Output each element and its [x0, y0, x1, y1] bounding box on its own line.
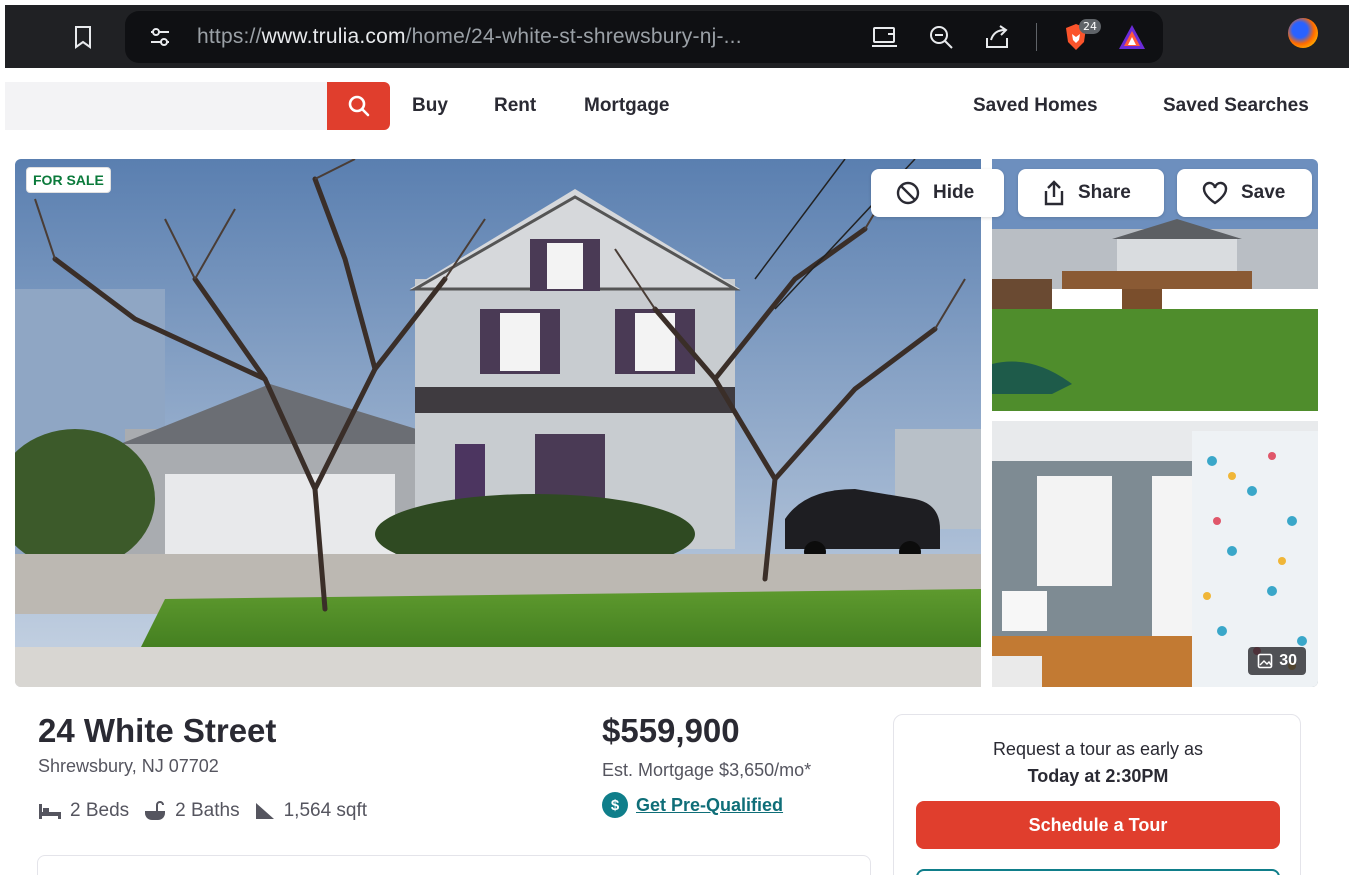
- bed-icon: [39, 804, 61, 819]
- search-input[interactable]: [5, 82, 327, 130]
- bathroom-photo[interactable]: 30: [992, 421, 1318, 687]
- get-pre-qualified-link[interactable]: Get Pre-Qualified: [636, 795, 783, 816]
- saved-homes-link[interactable]: Saved Homes: [973, 95, 1098, 117]
- listing-price: $559,900: [602, 712, 740, 749]
- property-address: 24 White Street: [38, 712, 277, 749]
- site-settings-icon[interactable]: [147, 25, 173, 54]
- share-icon: [1044, 180, 1064, 206]
- pre-qualified-link-row: $ Get Pre-Qualified: [602, 792, 783, 818]
- hide-button[interactable]: Hide: [871, 169, 1004, 217]
- toolbar-divider: [1036, 23, 1037, 51]
- secondary-tour-button[interactable]: [916, 869, 1280, 875]
- tour-availability-text: Request a tour as early as: [992, 739, 1204, 759]
- url-domain: www.trulia.com: [261, 25, 406, 48]
- browser-toolbar: https://www.trulia.com/home/24-white-st-…: [5, 5, 1349, 68]
- url-path: /home/24-white-st-shrewsbury-nj-...: [405, 25, 742, 48]
- photo-gallery: FOR SALE 30 Hide Share Save: [15, 159, 1323, 687]
- search-icon: [348, 95, 369, 117]
- shields-count-badge: 24: [1079, 19, 1101, 34]
- main-property-photo[interactable]: FOR SALE: [15, 159, 981, 687]
- install-app-icon[interactable]: [868, 21, 902, 53]
- sqft-icon: [255, 803, 274, 819]
- bookmark-icon[interactable]: [71, 23, 95, 51]
- brave-shields-icon[interactable]: 24: [1059, 19, 1101, 53]
- hide-label: Hide: [933, 182, 975, 203]
- sqft-value: 1,564 sqft: [283, 800, 368, 821]
- share-label: Share: [1078, 182, 1131, 203]
- profile-avatar-icon[interactable]: [1288, 18, 1318, 48]
- photo-count-badge[interactable]: 30: [1248, 647, 1306, 675]
- nav-buy-link[interactable]: Buy: [412, 95, 448, 117]
- search-button[interactable]: [327, 82, 390, 130]
- beds-count: 2 Beds: [70, 800, 130, 821]
- url-text[interactable]: https://www.trulia.com/home/24-white-st-…: [197, 25, 742, 49]
- save-button[interactable]: Save: [1177, 169, 1312, 217]
- baths-count: 2 Baths: [175, 800, 240, 821]
- photo-count-label: 30: [1279, 652, 1297, 669]
- address-bar[interactable]: https://www.trulia.com/home/24-white-st-…: [125, 11, 1163, 63]
- details-card: [37, 855, 871, 875]
- share-button[interactable]: Share: [1018, 169, 1164, 217]
- nav-rent-link[interactable]: Rent: [494, 95, 536, 117]
- zoom-out-icon[interactable]: [924, 21, 958, 53]
- bath-icon: [145, 801, 166, 820]
- url-scheme: https://: [197, 25, 262, 48]
- schedule-tour-button[interactable]: Schedule a Tour: [916, 801, 1280, 849]
- share-page-icon[interactable]: [980, 21, 1014, 53]
- site-header: Buy Rent Mortgage Saved Homes Saved Sear…: [0, 68, 1351, 142]
- for-sale-badge: FOR SALE: [26, 167, 111, 193]
- photo-gallery-icon: [1257, 653, 1273, 669]
- nav-mortgage-link[interactable]: Mortgage: [584, 95, 670, 117]
- brave-rewards-icon[interactable]: [1115, 21, 1149, 53]
- estimated-mortgage: Est. Mortgage $3,650/mo*: [602, 760, 812, 780]
- hide-icon: [896, 181, 920, 205]
- property-city: Shrewsbury, NJ 07702: [38, 756, 219, 776]
- save-label: Save: [1241, 182, 1286, 203]
- saved-searches-link[interactable]: Saved Searches: [1163, 95, 1309, 117]
- heart-icon: [1202, 181, 1228, 205]
- property-facts: 2 Beds 2 Baths 1,564 sqft: [38, 800, 367, 822]
- tour-request-card: Request a tour as early as Today at 2:30…: [893, 714, 1301, 875]
- dollar-icon: $: [602, 792, 628, 818]
- tour-earliest-time: Today at 2:30PM: [1027, 766, 1169, 786]
